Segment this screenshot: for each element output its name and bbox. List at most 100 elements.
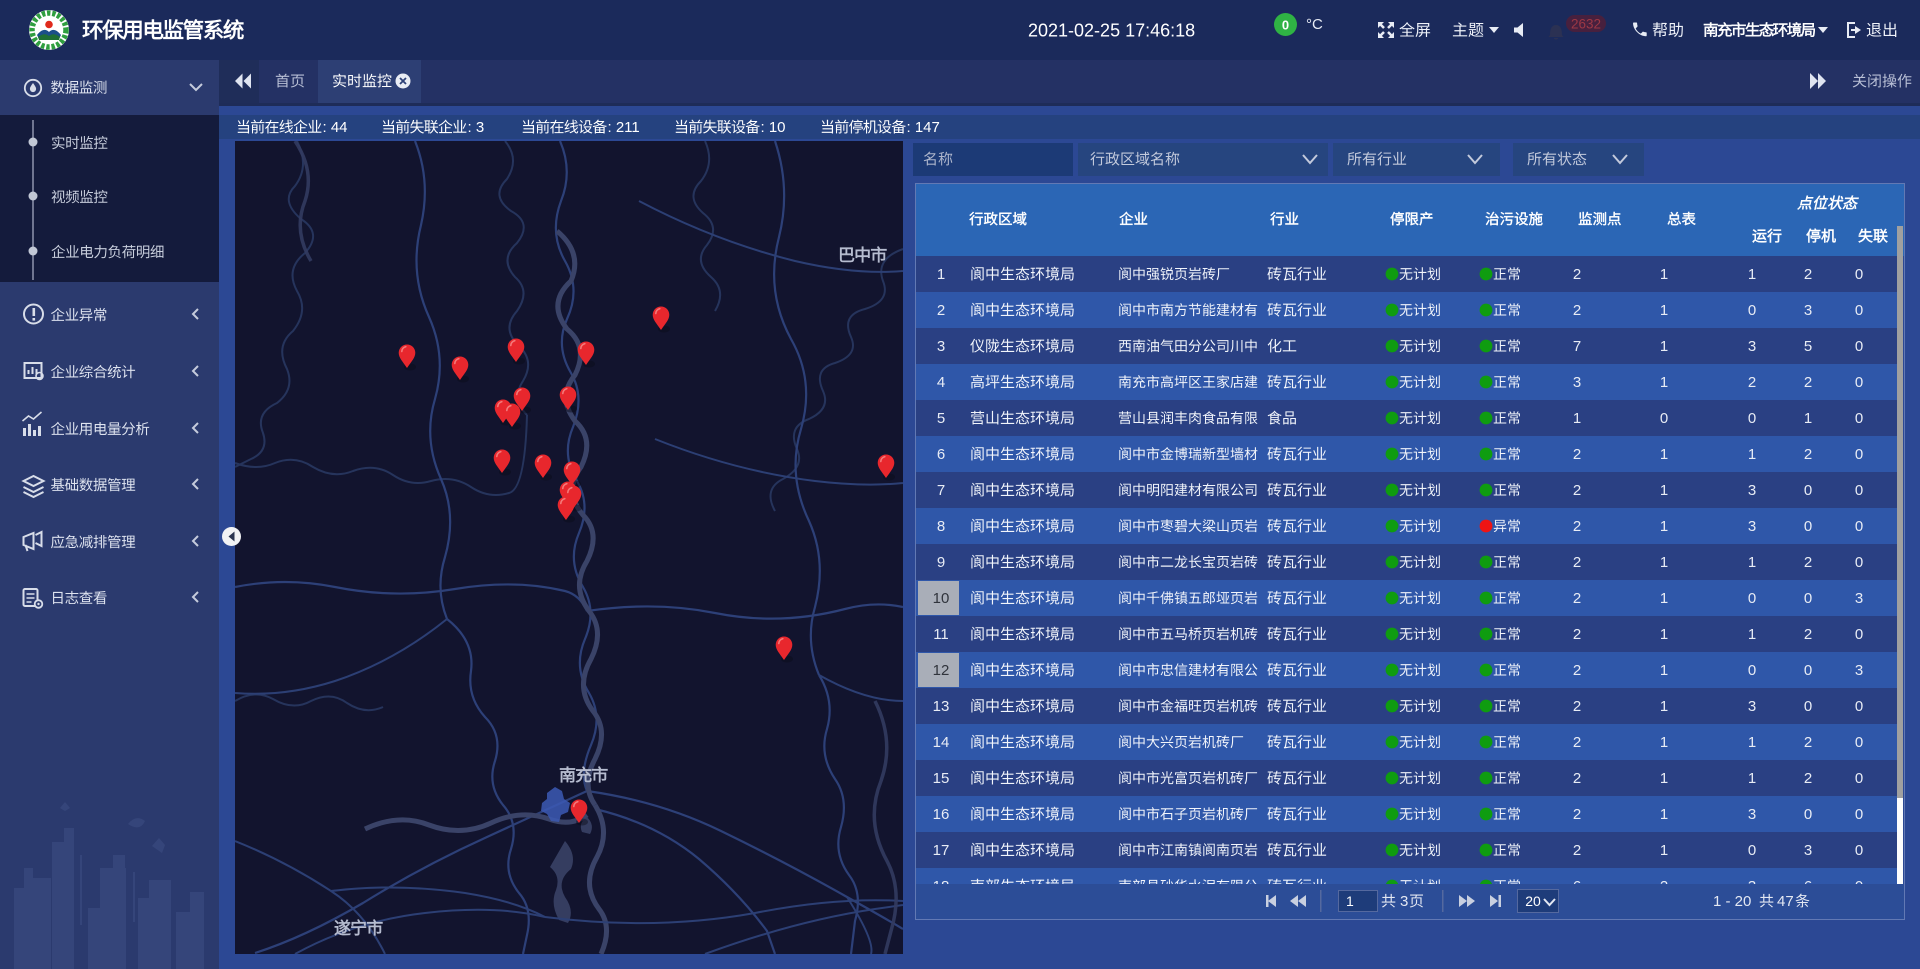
svg-text:2: 2	[1573, 554, 1581, 571]
svg-text:2: 2	[1573, 482, 1581, 499]
svg-text:0: 0	[1855, 698, 1863, 715]
svg-text:3: 3	[1748, 806, 1756, 823]
svg-text:2: 2	[1573, 698, 1581, 715]
svg-text:1: 1	[1748, 770, 1756, 787]
svg-text:20: 20	[1525, 893, 1541, 909]
svg-text:2: 2	[1573, 662, 1581, 679]
svg-text:°C: °C	[1306, 16, 1323, 33]
svg-text:: 44: : 44	[323, 119, 348, 136]
svg-text:0: 0	[1804, 698, 1812, 715]
svg-text:3: 3	[1573, 374, 1581, 391]
svg-text:2: 2	[1804, 770, 1812, 787]
svg-text:1: 1	[1660, 554, 1668, 571]
svg-text:1: 1	[1660, 338, 1668, 355]
svg-text:0: 0	[1282, 18, 1289, 33]
svg-text:5: 5	[937, 410, 945, 427]
svg-text:3: 3	[1855, 662, 1863, 679]
svg-text:1 - 20: 1 - 20	[1713, 893, 1751, 910]
svg-text:0: 0	[1855, 878, 1863, 895]
svg-text:10: 10	[933, 590, 950, 607]
svg-text:0: 0	[1748, 842, 1756, 859]
svg-text:0: 0	[1855, 266, 1863, 283]
svg-text:9: 9	[937, 554, 945, 571]
svg-text:3: 3	[1400, 893, 1408, 910]
svg-text:5: 5	[1804, 338, 1812, 355]
svg-text:2: 2	[1573, 302, 1581, 319]
svg-text:14: 14	[933, 734, 950, 751]
svg-text:3: 3	[1748, 338, 1756, 355]
svg-text:6: 6	[1804, 878, 1812, 895]
svg-text:18: 18	[933, 878, 950, 895]
svg-text:0: 0	[1804, 590, 1812, 607]
svg-text:1: 1	[1660, 698, 1668, 715]
svg-text:3: 3	[937, 338, 945, 355]
svg-text:2: 2	[1573, 590, 1581, 607]
svg-text:1: 1	[1748, 554, 1756, 571]
svg-text:2: 2	[1573, 518, 1581, 535]
svg-text:13: 13	[933, 698, 950, 715]
svg-text:3: 3	[1748, 518, 1756, 535]
svg-text:3: 3	[1748, 698, 1756, 715]
svg-text:1: 1	[1748, 626, 1756, 643]
svg-text:2: 2	[1804, 446, 1812, 463]
svg-text:1: 1	[937, 266, 945, 283]
svg-text:0: 0	[1855, 410, 1863, 427]
svg-text:0: 0	[1748, 410, 1756, 427]
svg-text:7: 7	[1573, 338, 1581, 355]
svg-text:3: 3	[1804, 302, 1812, 319]
svg-text:1: 1	[1573, 410, 1581, 427]
svg-text:47: 47	[1777, 893, 1794, 910]
svg-text:1: 1	[1804, 410, 1812, 427]
svg-text:2: 2	[1660, 878, 1668, 895]
svg-text:0: 0	[1748, 662, 1756, 679]
svg-text:0: 0	[1804, 518, 1812, 535]
svg-text:0: 0	[1855, 518, 1863, 535]
svg-text:2021-02-25 17:46:18: 2021-02-25 17:46:18	[1028, 20, 1195, 40]
svg-text:1: 1	[1660, 266, 1668, 283]
svg-text:1: 1	[1660, 806, 1668, 823]
svg-text:1: 1	[1660, 626, 1668, 643]
svg-text:0: 0	[1855, 338, 1863, 355]
svg-text:: 3: : 3	[468, 119, 485, 136]
svg-text:2: 2	[1573, 266, 1581, 283]
svg-text:12: 12	[933, 662, 950, 679]
svg-text:7: 7	[937, 482, 945, 499]
svg-text:3: 3	[1748, 482, 1756, 499]
svg-text:6: 6	[937, 446, 945, 463]
svg-text:2: 2	[1804, 374, 1812, 391]
svg-text:1: 1	[1660, 734, 1668, 751]
svg-text:0: 0	[1855, 842, 1863, 859]
svg-text:3: 3	[1804, 842, 1812, 859]
svg-text:15: 15	[933, 770, 950, 787]
svg-text:0: 0	[1855, 626, 1863, 643]
svg-text:0: 0	[1804, 482, 1812, 499]
svg-text:6: 6	[1573, 878, 1581, 895]
svg-text:0: 0	[1804, 662, 1812, 679]
svg-text:1: 1	[1660, 770, 1668, 787]
svg-text:4: 4	[937, 374, 945, 391]
svg-text:: 10: : 10	[761, 119, 786, 136]
svg-text:2: 2	[1573, 842, 1581, 859]
svg-text:0: 0	[1855, 482, 1863, 499]
svg-text:1: 1	[1748, 266, 1756, 283]
svg-text:2632: 2632	[1571, 17, 1601, 32]
svg-text:0: 0	[1748, 590, 1756, 607]
svg-text:1: 1	[1346, 893, 1354, 909]
svg-text:1: 1	[1660, 302, 1668, 319]
svg-text:17: 17	[933, 842, 950, 859]
svg-text:3: 3	[1855, 590, 1863, 607]
svg-text:1: 1	[1748, 446, 1756, 463]
svg-text:0: 0	[1855, 806, 1863, 823]
svg-text:0: 0	[1804, 806, 1812, 823]
svg-text:0: 0	[1855, 554, 1863, 571]
svg-text:0: 0	[1855, 302, 1863, 319]
svg-text:2: 2	[1573, 626, 1581, 643]
svg-text:2: 2	[1573, 446, 1581, 463]
svg-text:2: 2	[1804, 554, 1812, 571]
svg-text:2: 2	[937, 302, 945, 319]
svg-text:0: 0	[1855, 446, 1863, 463]
svg-text:2: 2	[1804, 266, 1812, 283]
svg-text:2: 2	[1573, 734, 1581, 751]
svg-text:1: 1	[1660, 590, 1668, 607]
svg-text:1: 1	[1660, 518, 1668, 535]
